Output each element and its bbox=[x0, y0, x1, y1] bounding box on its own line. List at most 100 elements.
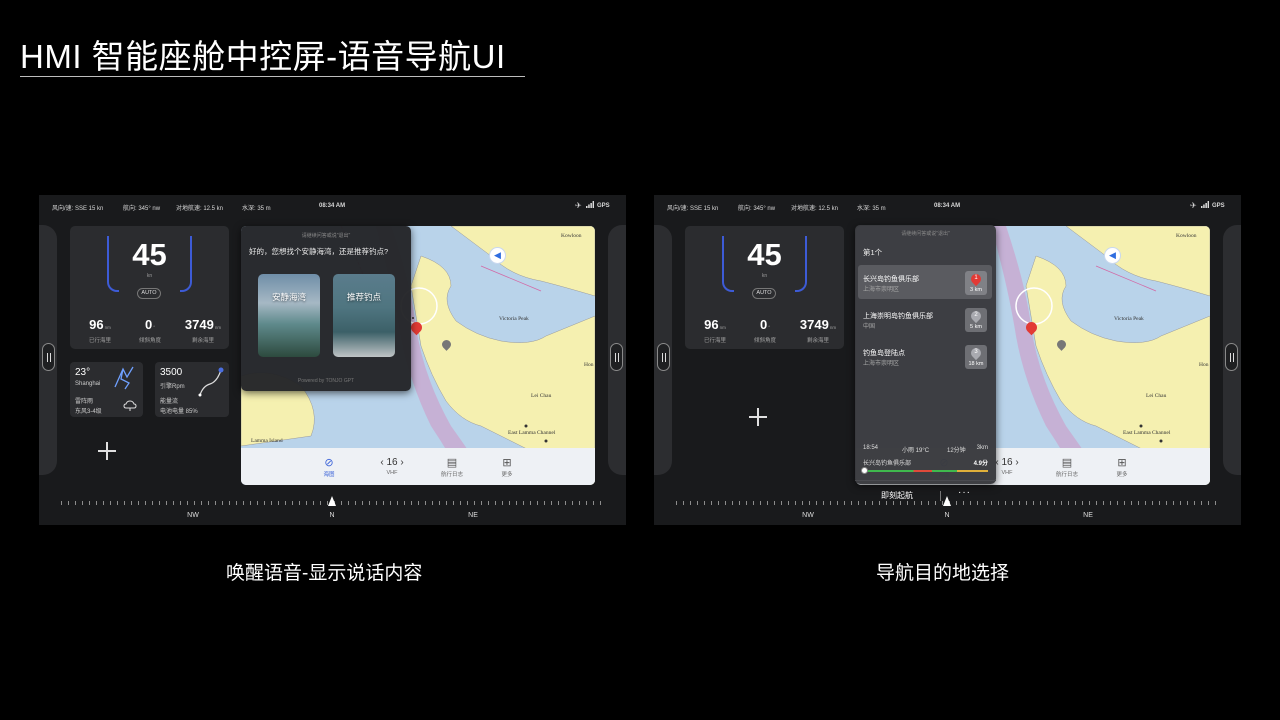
destination-panel: 请继续问答或说"退出" 第1个 长兴岛钓鱼俱乐部 上海市崇明区 13 km 上海… bbox=[855, 225, 996, 501]
distance-badge: 3 18 km bbox=[965, 345, 987, 369]
compass-n: N bbox=[944, 512, 950, 519]
left-drawer-handle[interactable] bbox=[39, 225, 57, 475]
sog-status: 对地航速: 12.5 kn bbox=[791, 206, 839, 212]
heading-status: 航向: 345° nw bbox=[738, 206, 776, 212]
cockpit-screen-voice: 风向/速: SSE 15 kn 航向: 345° nw 对地航速: 12.5 k… bbox=[39, 195, 626, 525]
result-counter: 第1个 bbox=[863, 248, 883, 257]
cloud-icon bbox=[123, 400, 137, 411]
power-curve-icon bbox=[198, 367, 224, 397]
grip-icon[interactable] bbox=[42, 343, 55, 371]
compass-ne: NE bbox=[468, 512, 478, 519]
destination-item[interactable]: 长兴岛钓鱼俱乐部 上海市崇明区 13 km bbox=[858, 265, 992, 299]
distance-badge: 25 km bbox=[965, 308, 987, 332]
depth-status: 水深: 35 m bbox=[242, 206, 271, 212]
caption-left: 唤醒语音-显示说话内容 bbox=[226, 563, 423, 584]
grid-icon: ⊞ bbox=[1117, 456, 1127, 469]
navigation-arrow-icon[interactable]: ◀ bbox=[489, 247, 506, 264]
nav-logbook[interactable]: ▤ 航行日志 bbox=[1047, 454, 1087, 479]
wind-status: 风向/速: SSE 15 kn bbox=[52, 206, 104, 212]
route-rating: 4.9分 bbox=[973, 461, 988, 467]
map-label-channel: East Lamma Channel bbox=[508, 430, 556, 436]
speed-card: 45 kn AUTO 96nm 已行海里 0° 倾斜角度 3749nm 剩余海里 bbox=[685, 226, 844, 349]
logbook-icon: ▤ bbox=[1061, 456, 1073, 469]
logbook-icon: ▤ bbox=[446, 456, 458, 469]
map-label-channel: East Lamma Channel bbox=[1123, 430, 1171, 436]
battery-level: 电池电量 85% bbox=[160, 409, 198, 415]
right-drawer-handle[interactable] bbox=[608, 225, 626, 475]
depth-status: 水深: 35 m bbox=[857, 206, 886, 212]
remaining-stat: 3749nm 剩余海里 bbox=[184, 317, 222, 344]
left-drawer-handle[interactable] bbox=[654, 225, 672, 475]
compass-nw: NW bbox=[187, 512, 199, 519]
autopilot-button[interactable]: AUTO bbox=[752, 288, 776, 299]
route-duration: 12分钟 bbox=[947, 448, 966, 454]
bottom-nav: ⊘海图 ‹ 16 ›VHF ▤航行日志 ⊞更多 bbox=[241, 448, 595, 485]
speed-unit: kn bbox=[146, 273, 153, 279]
map-label-leichau: Lei Chau bbox=[1146, 393, 1167, 399]
grip-icon[interactable] bbox=[1225, 343, 1238, 371]
channel-selector[interactable]: ‹ 16 › bbox=[372, 454, 412, 470]
choice-quiet-bay[interactable]: 安静海湾 bbox=[258, 274, 320, 357]
right-drawer-handle[interactable] bbox=[1223, 225, 1241, 475]
speed-card: 45 kn AUTO 96nm 已行海里 0° 倾斜角度 3749nm 剩余海里 bbox=[70, 226, 229, 349]
add-widget-button[interactable] bbox=[747, 406, 769, 428]
autopilot-button[interactable]: AUTO bbox=[137, 288, 161, 299]
compass-ne: NE bbox=[1083, 512, 1093, 519]
weather-card[interactable]: 23° Shanghai 雷阵雨 东风3-4级 bbox=[70, 362, 143, 417]
gps-status: GPS bbox=[1212, 203, 1225, 209]
destination-item[interactable]: 上海崇明岛钓鱼俱乐部 中国 25 km bbox=[858, 302, 992, 336]
signal-icon bbox=[586, 201, 594, 210]
destination-item[interactable]: 钓鱼岛登陆点 上海市崇明区 3 18 km bbox=[858, 339, 992, 373]
map-label-peak: Victoria Peak bbox=[499, 316, 529, 322]
compass-strip: NW N NE bbox=[654, 495, 1241, 525]
rpm-label: 引擎Rpm bbox=[160, 384, 185, 390]
compass-nw: NW bbox=[802, 512, 814, 519]
grip-icon[interactable] bbox=[657, 343, 670, 371]
nav-vhf[interactable]: ‹ 16 › VHF bbox=[372, 454, 412, 477]
weather-condition: 雷阵雨 bbox=[75, 399, 94, 405]
gps-status: GPS bbox=[597, 203, 610, 209]
satellite-icon: ✈ bbox=[1190, 201, 1197, 210]
nav-logbook[interactable]: ▤ 航行日志 bbox=[432, 454, 472, 479]
route-destination: 长兴岛钓鱼俱乐部 bbox=[863, 461, 912, 467]
wind-status: 风向/速: SSE 15 kn bbox=[667, 206, 719, 212]
compass-icon: ⊘ bbox=[324, 456, 334, 469]
route-weather: 小雨 19°C bbox=[902, 448, 930, 454]
nav-chart[interactable]: ⊘海图 bbox=[309, 454, 349, 479]
add-widget-button[interactable] bbox=[96, 440, 118, 462]
choice-fishing-spot[interactable]: 推荐钓点 bbox=[333, 274, 395, 357]
map-label-peak: Victoria Peak bbox=[1114, 316, 1144, 322]
rpm-value: 3500 bbox=[160, 367, 183, 378]
city: Shanghai bbox=[75, 381, 101, 387]
map-label-leichau: Lei Chau bbox=[531, 393, 552, 399]
route-start-icon bbox=[861, 467, 868, 474]
signal-icon bbox=[1201, 201, 1209, 210]
speed-value: 45 bbox=[132, 237, 167, 272]
route-progress bbox=[864, 470, 988, 472]
map-label-hong: Hon bbox=[584, 362, 594, 368]
divider bbox=[855, 480, 996, 481]
nav-more[interactable]: ⊞ 更多 bbox=[1102, 454, 1142, 479]
voice-assistant-panel: 请继续问答或说"退出" 好的，您想找个安静海湾，还是推荐钓点? 安静海湾 推荐钓… bbox=[241, 226, 411, 391]
tilt-stat: 0° 倾斜角度 bbox=[753, 317, 776, 344]
remaining-stat: 3749nm 剩余海里 bbox=[799, 317, 837, 344]
navigation-arrow-icon[interactable]: ◀ bbox=[1104, 247, 1121, 264]
energy-flow: 能量流 bbox=[160, 399, 179, 405]
powered-by: Powered by TONJO GPT bbox=[297, 378, 355, 384]
power-card[interactable]: 3500 引擎Rpm 能量流 电池电量 85% bbox=[155, 362, 229, 417]
map-label-kowloon: Kowloon bbox=[1176, 233, 1197, 239]
heading-status: 航向: 345° nw bbox=[123, 206, 161, 212]
speed-unit: kn bbox=[761, 273, 768, 279]
compass-n: N bbox=[329, 512, 335, 519]
wind-level: 东风3-4级 bbox=[75, 409, 102, 415]
compass-needle-icon bbox=[328, 496, 336, 506]
grip-icon[interactable] bbox=[610, 343, 623, 371]
lightning-icon bbox=[114, 366, 134, 390]
distance-badge: 13 km bbox=[965, 271, 987, 295]
voice-hint: 请继续问答或说"退出" bbox=[301, 233, 351, 239]
eta: 18:54 bbox=[863, 445, 879, 451]
sog-status: 对地航速: 12.5 kn bbox=[176, 206, 224, 212]
clock: 08:34 AM bbox=[319, 203, 346, 209]
page-title: HMI 智能座舱中控屏-语音导航UI bbox=[20, 38, 506, 75]
nav-more[interactable]: ⊞ 更多 bbox=[487, 454, 527, 479]
